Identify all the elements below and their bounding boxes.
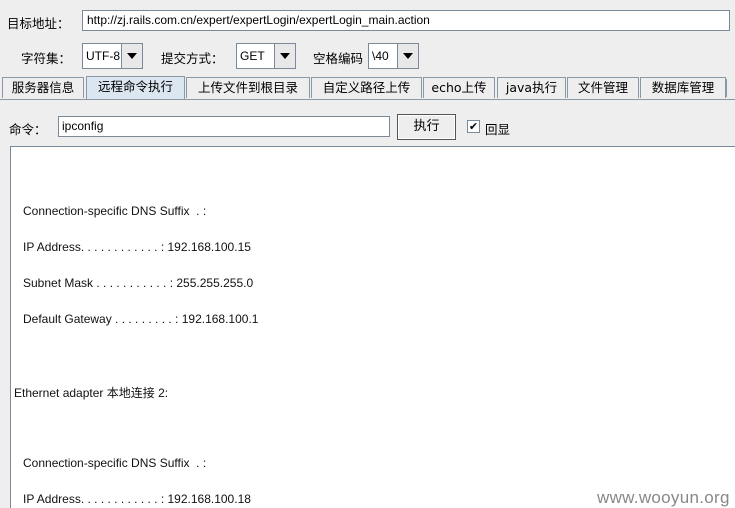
tab-file-manager[interactable]: 文件管理 bbox=[567, 77, 639, 98]
target-url-label: 目标地址： bbox=[7, 16, 70, 31]
space-encoding-select[interactable]: \40 bbox=[368, 43, 419, 69]
chevron-down-icon bbox=[127, 53, 137, 59]
charset-label: 字符集： bbox=[21, 51, 72, 66]
output-line: IP Address. . . . . . . . . . . . : 192.… bbox=[23, 240, 251, 254]
command-input[interactable]: ipconfig bbox=[58, 116, 390, 137]
chevron-down-icon bbox=[403, 53, 413, 59]
tab-divider bbox=[0, 99, 735, 100]
output-line: Subnet Mask . . . . . . . . . . . : 255.… bbox=[23, 276, 254, 290]
method-value: GET bbox=[240, 49, 265, 63]
tab-database-manager[interactable]: 数据库管理 bbox=[640, 77, 726, 98]
command-label: 命令： bbox=[9, 122, 47, 137]
tab-java-exec[interactable]: java执行 bbox=[497, 77, 566, 98]
tab-bar: 服务器信息 远程命令执行 上传文件到根目录 自定义路径上传 echo上传 jav… bbox=[0, 76, 735, 99]
output-line: Connection-specific DNS Suffix . : bbox=[23, 456, 207, 470]
output-line: Connection-specific DNS Suffix . : bbox=[23, 204, 207, 218]
command-output-area[interactable]: Connection-specific DNS Suffix . : IP Ad… bbox=[10, 146, 735, 508]
tab-echo-upload[interactable]: echo上传 bbox=[423, 77, 495, 98]
space-encoding-dropdown-button[interactable] bbox=[397, 44, 418, 68]
tab-server-info[interactable]: 服务器信息 bbox=[2, 77, 84, 98]
target-url-input[interactable]: http://zj.rails.com.cn/expert/expertLogi… bbox=[82, 10, 730, 31]
output-line: Default Gateway . . . . . . . . . : 192.… bbox=[23, 312, 259, 326]
tab-upload-root[interactable]: 上传文件到根目录 bbox=[186, 77, 310, 98]
echo-label: 回显 bbox=[485, 122, 511, 137]
chevron-down-icon bbox=[280, 53, 290, 59]
execute-button[interactable]: 执行 bbox=[397, 114, 456, 140]
charset-value: UTF-8 bbox=[86, 49, 120, 63]
method-dropdown-button[interactable] bbox=[274, 44, 295, 68]
method-select[interactable]: GET bbox=[236, 43, 296, 69]
space-encoding-label: 空格编码 bbox=[313, 51, 364, 66]
output-line: IP Address. . . . . . . . . . . . : 192.… bbox=[23, 492, 251, 506]
tab-custom-path-upload[interactable]: 自定义路径上传 bbox=[311, 77, 422, 98]
charset-dropdown-button[interactable] bbox=[121, 44, 142, 68]
output-line: Ethernet adapter 本地连接 2: bbox=[14, 386, 169, 400]
echo-checkbox[interactable]: ✔ bbox=[467, 120, 480, 133]
method-label: 提交方式： bbox=[161, 51, 224, 66]
space-encoding-value: \40 bbox=[372, 49, 389, 63]
tab-remote-command[interactable]: 远程命令执行 bbox=[86, 76, 185, 99]
watermark: www.wooyun.org bbox=[597, 488, 730, 507]
tab-scroll-handle[interactable] bbox=[726, 79, 735, 97]
charset-select[interactable]: UTF-8 bbox=[82, 43, 143, 69]
